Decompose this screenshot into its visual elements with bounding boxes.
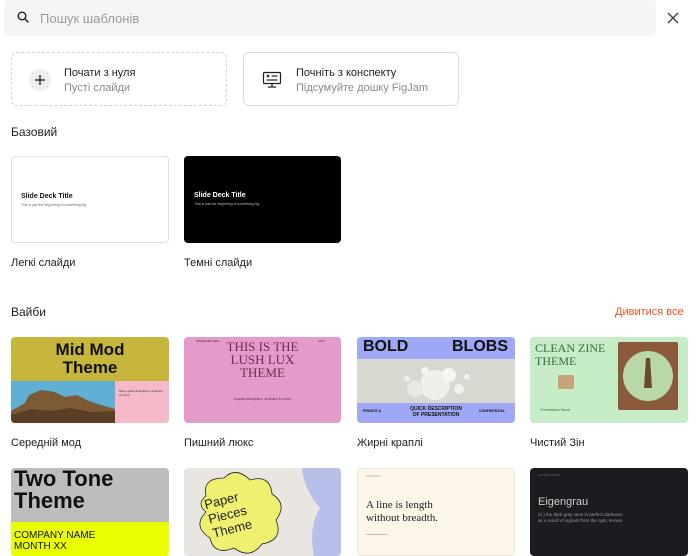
template-label: Пишний люкс xyxy=(184,437,254,449)
divider xyxy=(366,534,388,535)
template-lush-lux[interactable]: PRESENTER NAME DATE THIS IS THE LUSH LUX… xyxy=(184,337,341,423)
slide-subtitle: This is just the beginning of something … xyxy=(194,202,261,206)
zine-photo xyxy=(558,375,574,389)
thumb-caption: Add a quick description of what's to com… xyxy=(119,389,163,397)
thumb-title: Theme xyxy=(14,488,85,513)
template-label: Темні слайди xyxy=(184,257,253,269)
start-from-outline-card[interactable]: Почніть з конспекту Підсумуйте дошку Fig… xyxy=(243,52,459,106)
thumb-top-text: AUTHOR NAME xyxy=(538,473,561,477)
thumb-title: Two Tone xyxy=(14,468,114,491)
template-mid-mod[interactable]: Mid Mod Theme Add a quick description of… xyxy=(11,337,169,423)
thumb-line: COMPANY NAME xyxy=(14,530,96,541)
thumb-subtitle: as a result of signals from the optic ne… xyxy=(538,518,623,523)
thumb-title: without breadth. xyxy=(366,512,439,524)
landscape-image xyxy=(11,381,115,423)
thumb-title: Eigengrau xyxy=(538,496,589,508)
thumb-caption: A quick description of what's to come xyxy=(233,397,292,401)
plus-icon xyxy=(29,69,51,91)
template-dark-slides[interactable]: Slide Deck Title This is just the beginn… xyxy=(184,156,341,243)
thumb-title: A line is length xyxy=(366,499,433,511)
thumb-title: THEME xyxy=(240,365,285,380)
thumb-subtitle: (n.) the dark gray seen in perfect darkn… xyxy=(538,512,623,517)
card-title: Почати з нуля xyxy=(64,67,136,79)
thumb-title: BOLD xyxy=(363,338,409,355)
template-label: Середній мод xyxy=(11,437,82,449)
thumb-title: Mid Mod xyxy=(55,340,125,359)
template-label: Легкі слайди xyxy=(11,257,76,269)
caption-panel: Add a quick description of what's to com… xyxy=(115,381,169,423)
thumb-line: MONTH XX xyxy=(14,541,67,552)
search-input[interactable] xyxy=(40,8,540,28)
thumb-top-text: COMPANY xyxy=(366,474,381,478)
card-subtitle: Пусті слайди xyxy=(64,82,131,94)
yellow-band: COMPANY NAME MONTH XX xyxy=(11,522,169,556)
slide-subtitle: This is just the beginning of something … xyxy=(21,203,88,207)
slide-title: Slide Deck Title xyxy=(194,192,246,199)
template-eigengrau[interactable]: AUTHOR NAME Eigengrau (n.) the dark gray… xyxy=(530,468,688,556)
template-paper-pieces[interactable]: Paper Pieces Theme xyxy=(184,468,341,556)
blobs-image xyxy=(357,359,515,403)
search-bar[interactable] xyxy=(4,0,656,36)
template-light-slides[interactable]: Slide Deck Title This is just the beginn… xyxy=(11,156,169,243)
thumb-right-text: CONFIDENTIAL xyxy=(479,409,506,413)
template-line-length[interactable]: COMPANY A line is length without breadth… xyxy=(357,468,515,556)
section-title-basic: Базовий xyxy=(11,125,58,139)
template-label: Чистий Зін xyxy=(530,437,585,449)
search-icon xyxy=(17,11,29,23)
thumb-title: BLOBS xyxy=(452,338,508,355)
template-bold-blobs[interactable]: BOLD BLOBS PRIVATE & QUICK DESCRIPTION O… xyxy=(357,337,515,423)
card-subtitle: Підсумуйте дошку FigJam xyxy=(296,82,428,94)
see-all-link[interactable]: Дивитися все xyxy=(615,306,684,318)
template-label: Жирні краплі xyxy=(357,437,423,449)
section-title-vibes: Вайби xyxy=(11,305,46,319)
card-title: Почніть з конспекту xyxy=(296,67,397,79)
thumb-title: CLEAN ZINE xyxy=(535,341,606,355)
start-from-scratch-card[interactable]: Почати з нуля Пусті слайди xyxy=(11,52,227,106)
template-clean-zine[interactable]: CLEAN ZINE THEME Presentation Name xyxy=(530,337,688,423)
close-icon[interactable] xyxy=(664,9,682,27)
thumb-title: Theme xyxy=(62,358,118,377)
slide-title: Slide Deck Title xyxy=(21,193,73,200)
template-two-tone[interactable]: Two Tone Theme COMPANY NAME MONTH XX xyxy=(11,468,169,556)
thumb-caption: Presentation Name xyxy=(540,408,570,412)
zine-artwork xyxy=(618,342,678,410)
thumb-title: THEME xyxy=(535,354,577,368)
outline-icon xyxy=(262,71,282,88)
